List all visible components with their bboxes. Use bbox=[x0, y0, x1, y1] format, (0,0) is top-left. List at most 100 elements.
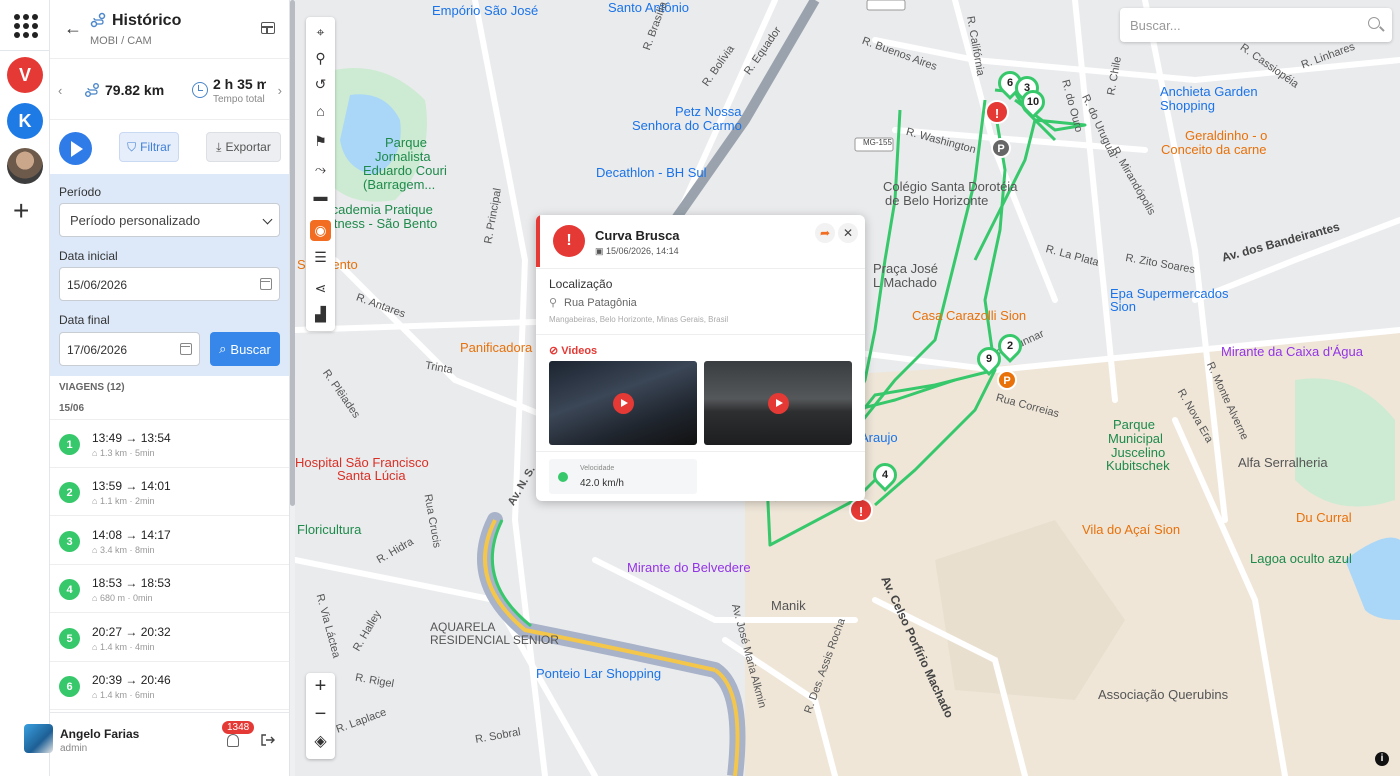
poi-label[interactable]: Municipal bbox=[1108, 431, 1163, 446]
poi-label[interactable]: Shopping bbox=[1160, 98, 1215, 113]
calendar-icon[interactable] bbox=[180, 343, 192, 355]
flag-icon[interactable]: ⚑ bbox=[310, 131, 331, 152]
video-thumbnail-cabin[interactable] bbox=[549, 361, 697, 445]
poi-label[interactable]: Mirante da Caixa d'Água bbox=[1221, 344, 1363, 359]
close-icon[interactable]: ✕ bbox=[838, 223, 858, 243]
vehicle-avatar-v[interactable]: V bbox=[7, 57, 43, 93]
poi-label[interactable]: Parque bbox=[385, 135, 427, 150]
start-date-field[interactable]: 15/06/2026 bbox=[59, 267, 280, 301]
parking-pin[interactable]: P bbox=[991, 138, 1011, 158]
poi-label[interactable]: Manik bbox=[771, 598, 806, 613]
trip-meta: ⌂ 1.4 km · 6min bbox=[92, 690, 155, 700]
alert-marker[interactable]: ! bbox=[849, 498, 873, 522]
poi-label[interactable]: L Machado bbox=[873, 275, 937, 290]
poi-label[interactable]: Vila do Açaí Sion bbox=[1082, 522, 1180, 537]
poi-label[interactable]: Fitness - São Bento bbox=[323, 216, 437, 231]
trip-meta: ⌂ 3.4 km · 8min bbox=[92, 545, 155, 555]
poi-label[interactable]: AQUARELA bbox=[430, 620, 495, 634]
table-view-icon[interactable] bbox=[261, 22, 275, 34]
back-arrow-icon[interactable]: ← bbox=[64, 18, 82, 39]
trip-row[interactable]: 1 13:49 → 13:54 ⌂ 1.3 km · 5min bbox=[50, 420, 289, 468]
poi-label[interactable]: Panificadora bbox=[460, 340, 532, 355]
map-search-input[interactable]: Buscar... bbox=[1120, 8, 1392, 42]
poi-label[interactable]: Lagoa oculto azul bbox=[1250, 551, 1352, 566]
trip-time: 14:08 → 14:17 bbox=[92, 528, 171, 542]
export-button[interactable]: ⤓ Exportar bbox=[206, 132, 281, 162]
poi-label[interactable]: Geraldinho - o bbox=[1185, 128, 1267, 143]
poi-label[interactable]: de Belo Horizonte bbox=[885, 193, 988, 208]
share-arrow-icon[interactable]: ➦ bbox=[815, 223, 835, 243]
list-icon[interactable]: ☰ bbox=[310, 247, 331, 268]
history-icon[interactable]: ↺ bbox=[310, 74, 331, 95]
locate-icon[interactable]: ⌖ bbox=[310, 22, 331, 43]
trip-row[interactable]: 6 20:39 → 20:46 ⌂ 1.4 km · 6min bbox=[50, 662, 289, 710]
trip-row[interactable]: 2 13:59 → 14:01 ⌂ 1.1 km · 2min bbox=[50, 468, 289, 516]
poi-label[interactable]: Mirante do Belvedere bbox=[627, 560, 751, 575]
share-icon[interactable]: ⋖ bbox=[310, 278, 331, 299]
poi-label[interactable]: (Barragem... bbox=[363, 177, 435, 192]
trip-row[interactable]: 3 14:08 → 14:17 ⌂ 3.4 km · 8min bbox=[50, 517, 289, 565]
poi-label[interactable]: Alfa Serralheria bbox=[1238, 455, 1328, 470]
trip-time: 13:59 → 14:01 bbox=[92, 479, 171, 493]
search-button[interactable]: ⌕ Buscar bbox=[210, 332, 280, 366]
pin-icon[interactable]: ⚲ bbox=[310, 48, 331, 69]
poi-label[interactable]: Associação Querubins bbox=[1098, 687, 1228, 702]
poi-label[interactable]: RESIDENCIAL SENIOR bbox=[430, 633, 559, 647]
vehicle-avatar-k[interactable]: K bbox=[7, 103, 43, 139]
poi-label[interactable]: Academia Pratique bbox=[323, 202, 433, 217]
filter-label: Filtrar bbox=[140, 140, 171, 154]
home-icon[interactable]: ⌂ bbox=[310, 100, 331, 121]
end-date-field[interactable]: 17/06/2026 bbox=[59, 332, 200, 366]
filter-button[interactable]: ⛉ Filtrar bbox=[119, 132, 179, 162]
poi-label[interactable]: Anchieta Garden bbox=[1160, 84, 1258, 99]
trip-row[interactable]: 4 18:53 → 18:53 ⌂ 680 m · 0min bbox=[50, 565, 289, 613]
poi-label[interactable]: Empório São José bbox=[432, 3, 538, 18]
poi-label[interactable]: Eduardo Couri bbox=[363, 163, 447, 178]
eye-icon[interactable]: ◉ bbox=[310, 220, 331, 241]
parking-pin[interactable]: P bbox=[997, 370, 1017, 390]
vehicle-avatar-photo[interactable] bbox=[7, 148, 43, 184]
route-icon[interactable]: ⤳ bbox=[310, 159, 331, 180]
poi-label[interactable]: Araujo bbox=[860, 430, 898, 445]
video-thumbnail-road[interactable] bbox=[704, 361, 852, 445]
alert-marker[interactable]: ! bbox=[985, 100, 1009, 124]
poi-label[interactable]: Santa Lúcia bbox=[337, 468, 406, 483]
poi-label[interactable]: Praça José bbox=[873, 261, 938, 276]
poi-label[interactable]: Sion bbox=[1110, 299, 1136, 314]
play-button[interactable] bbox=[59, 132, 92, 165]
poi-label[interactable]: Jornalista bbox=[375, 149, 431, 164]
poi-label[interactable]: Du Curral bbox=[1296, 510, 1352, 525]
trip-row[interactable]: 5 20:27 → 20:32 ⌂ 1.4 km · 4min bbox=[50, 614, 289, 662]
vehicle-subtitle: MOBI / CAM bbox=[90, 35, 152, 47]
end-date-label: Data final bbox=[59, 313, 110, 327]
poi-label[interactable]: Colégio Santa Dorotéia bbox=[883, 179, 1017, 194]
poi-label[interactable]: Ponteio Lar Shopping bbox=[536, 666, 661, 681]
apps-grid-icon[interactable] bbox=[12, 12, 38, 38]
logout-icon[interactable] bbox=[261, 734, 275, 746]
calendar-icon[interactable] bbox=[260, 278, 272, 290]
poi-label[interactable]: Parque bbox=[1113, 417, 1155, 432]
info-icon[interactable]: i bbox=[1375, 752, 1389, 766]
layers-icon[interactable]: ◈ bbox=[306, 731, 335, 751]
poi-label[interactable]: Senhora do Carmo bbox=[632, 118, 742, 133]
chart-icon[interactable]: ▟ bbox=[310, 304, 331, 325]
ruler-icon[interactable]: ▬ bbox=[310, 185, 331, 206]
zoom-out-button[interactable]: − bbox=[306, 703, 335, 726]
poi-label[interactable]: Kubitschek bbox=[1106, 458, 1170, 473]
search-icon[interactable] bbox=[1368, 17, 1380, 29]
add-icon[interactable]: + bbox=[13, 197, 29, 225]
bell-icon[interactable] bbox=[227, 734, 239, 747]
poi-label[interactable]: Conceito da carne bbox=[1161, 142, 1267, 157]
prev-arrow-icon[interactable]: ‹ bbox=[58, 83, 62, 98]
poi-label[interactable]: Decathlon - BH Sul bbox=[596, 165, 707, 180]
next-arrow-icon[interactable]: › bbox=[278, 83, 282, 98]
poi-label[interactable]: Floricultura bbox=[297, 522, 361, 537]
zoom-in-button[interactable]: + bbox=[306, 675, 335, 698]
poi-label[interactable]: Casa Carazolli Sion bbox=[912, 308, 1026, 323]
play-icon[interactable] bbox=[768, 393, 789, 414]
user-avatar[interactable] bbox=[24, 724, 53, 753]
play-icon[interactable] bbox=[613, 393, 634, 414]
period-select[interactable]: Período personalizado bbox=[59, 203, 280, 237]
poi-label[interactable]: Santo Antônio bbox=[608, 0, 689, 15]
poi-label[interactable]: Petz Nossa bbox=[675, 104, 741, 119]
